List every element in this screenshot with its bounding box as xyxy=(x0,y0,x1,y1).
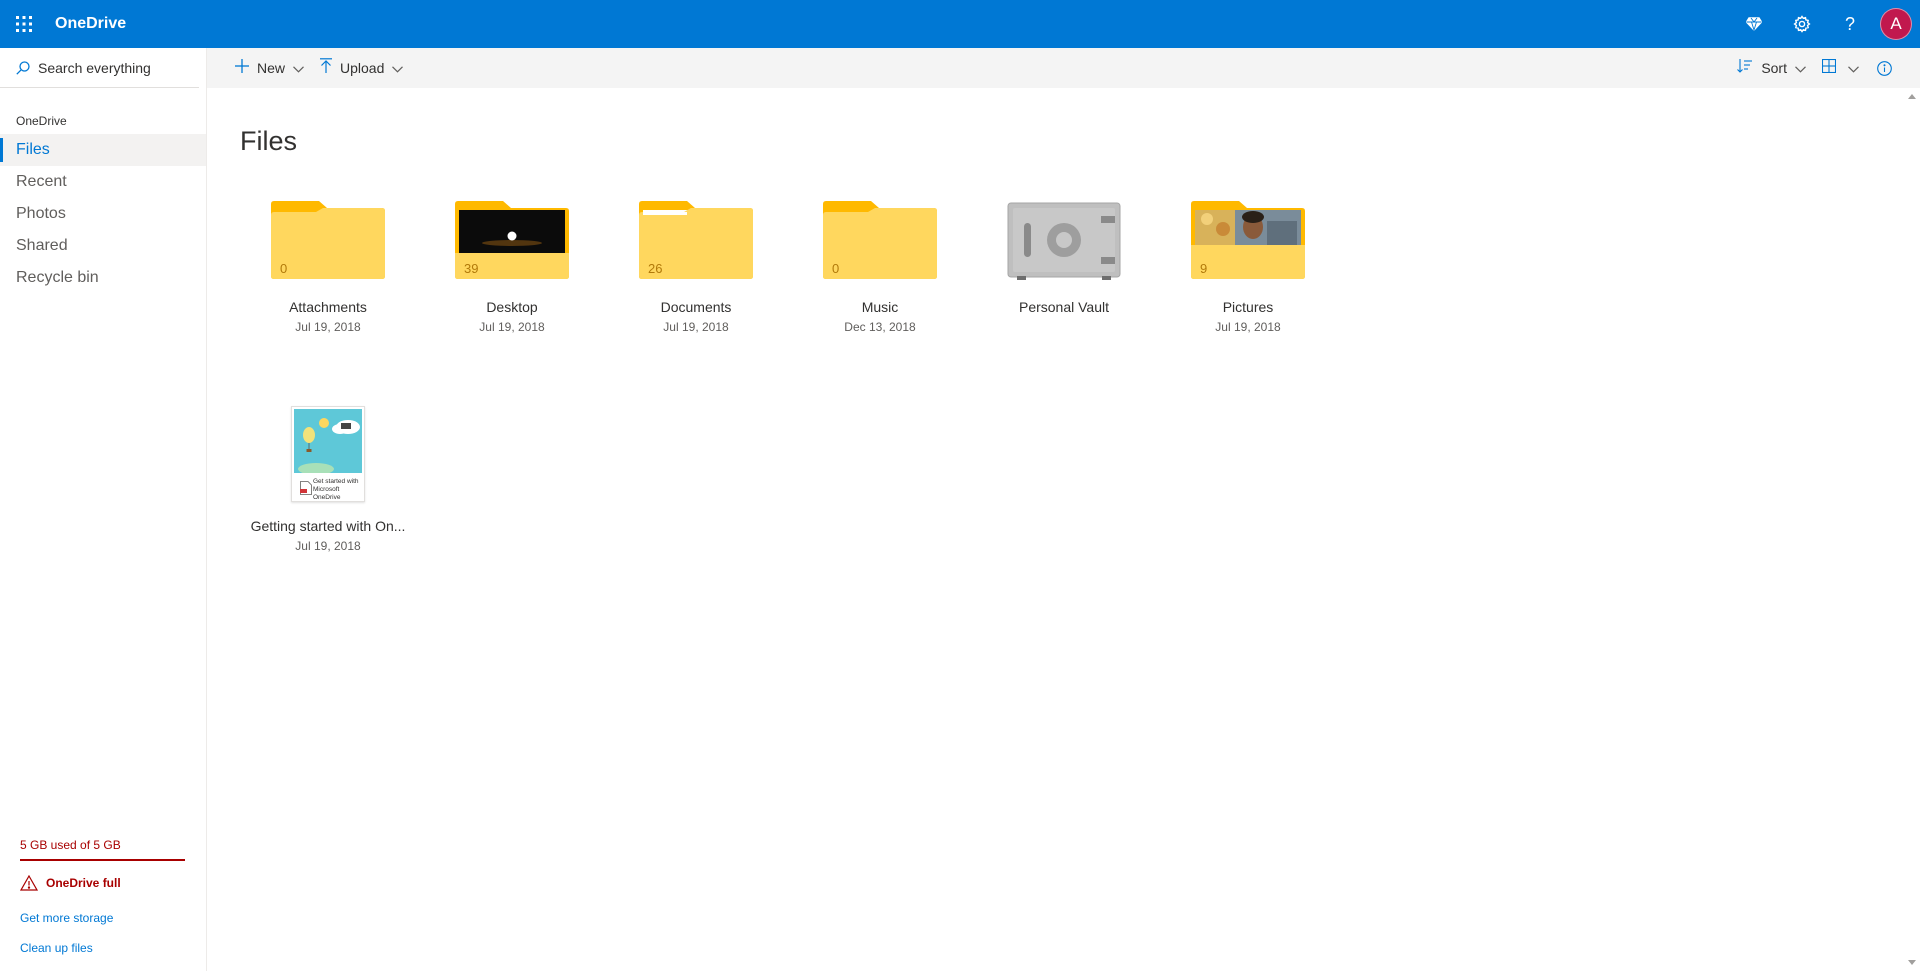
folder-icon: 0 xyxy=(823,201,937,281)
folder-tile-music[interactable]: 0 Music Dec 13, 2018 xyxy=(796,201,964,334)
grid-view-icon xyxy=(1821,58,1837,78)
folder-with-preview-icon: 9 xyxy=(1191,201,1305,281)
tile-date: Jul 19, 2018 xyxy=(663,320,729,334)
sidebar: Search everything OneDrive Files Recent … xyxy=(0,48,207,971)
tile-name[interactable]: Getting started with On... xyxy=(244,518,412,534)
info-pane-button[interactable] xyxy=(1867,48,1920,88)
view-switcher-button[interactable] xyxy=(1814,48,1867,88)
vertical-scrollbar[interactable] xyxy=(1904,88,1920,971)
tile-date: Dec 13, 2018 xyxy=(844,320,916,334)
upload-label: Upload xyxy=(340,60,385,76)
personal-vault-tile[interactable]: Personal Vault xyxy=(980,201,1148,315)
tile-date: Jul 19, 2018 xyxy=(295,320,361,334)
vault-safe-icon xyxy=(1007,201,1121,281)
tile-name[interactable]: Music xyxy=(796,299,964,315)
settings-gear-icon[interactable] xyxy=(1778,0,1826,48)
scroll-down-arrow-icon[interactable] xyxy=(1908,960,1916,965)
app-header: OneDrive ? A xyxy=(0,0,1920,48)
tile-date: Jul 19, 2018 xyxy=(479,320,545,334)
folder-item-count: 0 xyxy=(832,261,840,276)
folder-with-preview-icon: 39 xyxy=(455,201,569,281)
storage-usage-bar xyxy=(20,859,185,861)
upload-button[interactable]: Upload xyxy=(312,48,411,88)
chevron-down-icon xyxy=(392,60,404,76)
avatar[interactable]: A xyxy=(1880,8,1912,40)
page-title: Files xyxy=(240,126,298,156)
help-icon[interactable]: ? xyxy=(1826,0,1874,48)
folder-item-count: 9 xyxy=(1200,261,1208,276)
chevron-down-icon xyxy=(293,60,304,76)
storage-usage-text[interactable]: 5 GB used of 5 GB xyxy=(20,838,185,852)
tile-date: Jul 19, 2018 xyxy=(1215,320,1281,334)
chevron-down-icon xyxy=(1848,60,1859,76)
warning-icon xyxy=(20,875,38,891)
pdf-file-icon xyxy=(300,481,312,495)
folder-tile-attachments[interactable]: 0 Attachments Jul 19, 2018 xyxy=(244,201,412,334)
info-icon xyxy=(1877,60,1892,76)
sidebar-item-recent[interactable]: Recent xyxy=(0,166,206,198)
sidebar-item-photos[interactable]: Photos xyxy=(0,198,206,230)
sort-button[interactable]: Sort xyxy=(1729,48,1814,88)
pdf-thumbnail-caption: Get started with Microsoft OneDrive xyxy=(313,478,359,501)
search-icon xyxy=(16,60,30,75)
new-label: New xyxy=(257,60,286,76)
folder-item-count: 0 xyxy=(280,261,288,276)
file-tile-getting-started[interactable]: Get started with Microsoft OneDrive Gett… xyxy=(244,406,412,553)
app-launcher-icon[interactable] xyxy=(0,0,48,48)
tile-name[interactable]: Pictures xyxy=(1164,299,1332,315)
sort-icon xyxy=(1737,58,1753,78)
app-title[interactable]: OneDrive xyxy=(55,15,126,33)
sidebar-item-files[interactable]: Files xyxy=(0,134,206,166)
upload-icon xyxy=(320,58,333,78)
tile-name[interactable]: Documents xyxy=(612,299,780,315)
scroll-up-arrow-icon[interactable] xyxy=(1908,94,1916,99)
tile-name[interactable]: Attachments xyxy=(244,299,412,315)
search-input[interactable]: Search everything xyxy=(0,48,199,88)
onedrive-full-label: OneDrive full xyxy=(46,876,121,890)
command-bar: New Upload Sort xyxy=(207,48,1920,88)
folder-tile-desktop[interactable]: 39 Desktop Jul 19, 2018 xyxy=(428,201,596,334)
folder-item-count: 26 xyxy=(648,261,663,276)
pdf-thumbnail: Get started with Microsoft OneDrive xyxy=(291,406,365,502)
plus-icon xyxy=(235,58,249,78)
chevron-down-icon xyxy=(1795,60,1806,76)
folder-tile-pictures[interactable]: 9 Pictures Jul 19, 2018 xyxy=(1164,201,1332,334)
onedrive-full-warning[interactable]: OneDrive full xyxy=(20,875,185,891)
nav-section-label: OneDrive xyxy=(16,114,67,128)
clean-up-files-link[interactable]: Clean up files xyxy=(20,941,185,955)
storage-panel: 5 GB used of 5 GB OneDrive full Get more… xyxy=(20,838,185,971)
tile-date: Jul 19, 2018 xyxy=(295,539,361,553)
folder-icon: 0 xyxy=(271,201,385,281)
main-content: Files 0 Attachments Jul 19, 2018 39 Desk… xyxy=(208,88,1904,971)
folder-icon: 26 xyxy=(639,201,753,281)
tile-name[interactable]: Desktop xyxy=(428,299,596,315)
sidebar-item-shared[interactable]: Shared xyxy=(0,230,206,262)
sidebar-item-recycle-bin[interactable]: Recycle bin xyxy=(0,262,206,294)
folder-item-count: 39 xyxy=(464,261,479,276)
get-more-storage-link[interactable]: Get more storage xyxy=(20,911,185,925)
search-placeholder: Search everything xyxy=(38,59,151,76)
sort-label: Sort xyxy=(1761,60,1787,76)
new-button[interactable]: New xyxy=(227,48,312,88)
premium-diamond-icon[interactable] xyxy=(1730,0,1778,48)
folder-tile-documents[interactable]: 26 Documents Jul 19, 2018 xyxy=(612,201,780,334)
tile-name[interactable]: Personal Vault xyxy=(980,299,1148,315)
